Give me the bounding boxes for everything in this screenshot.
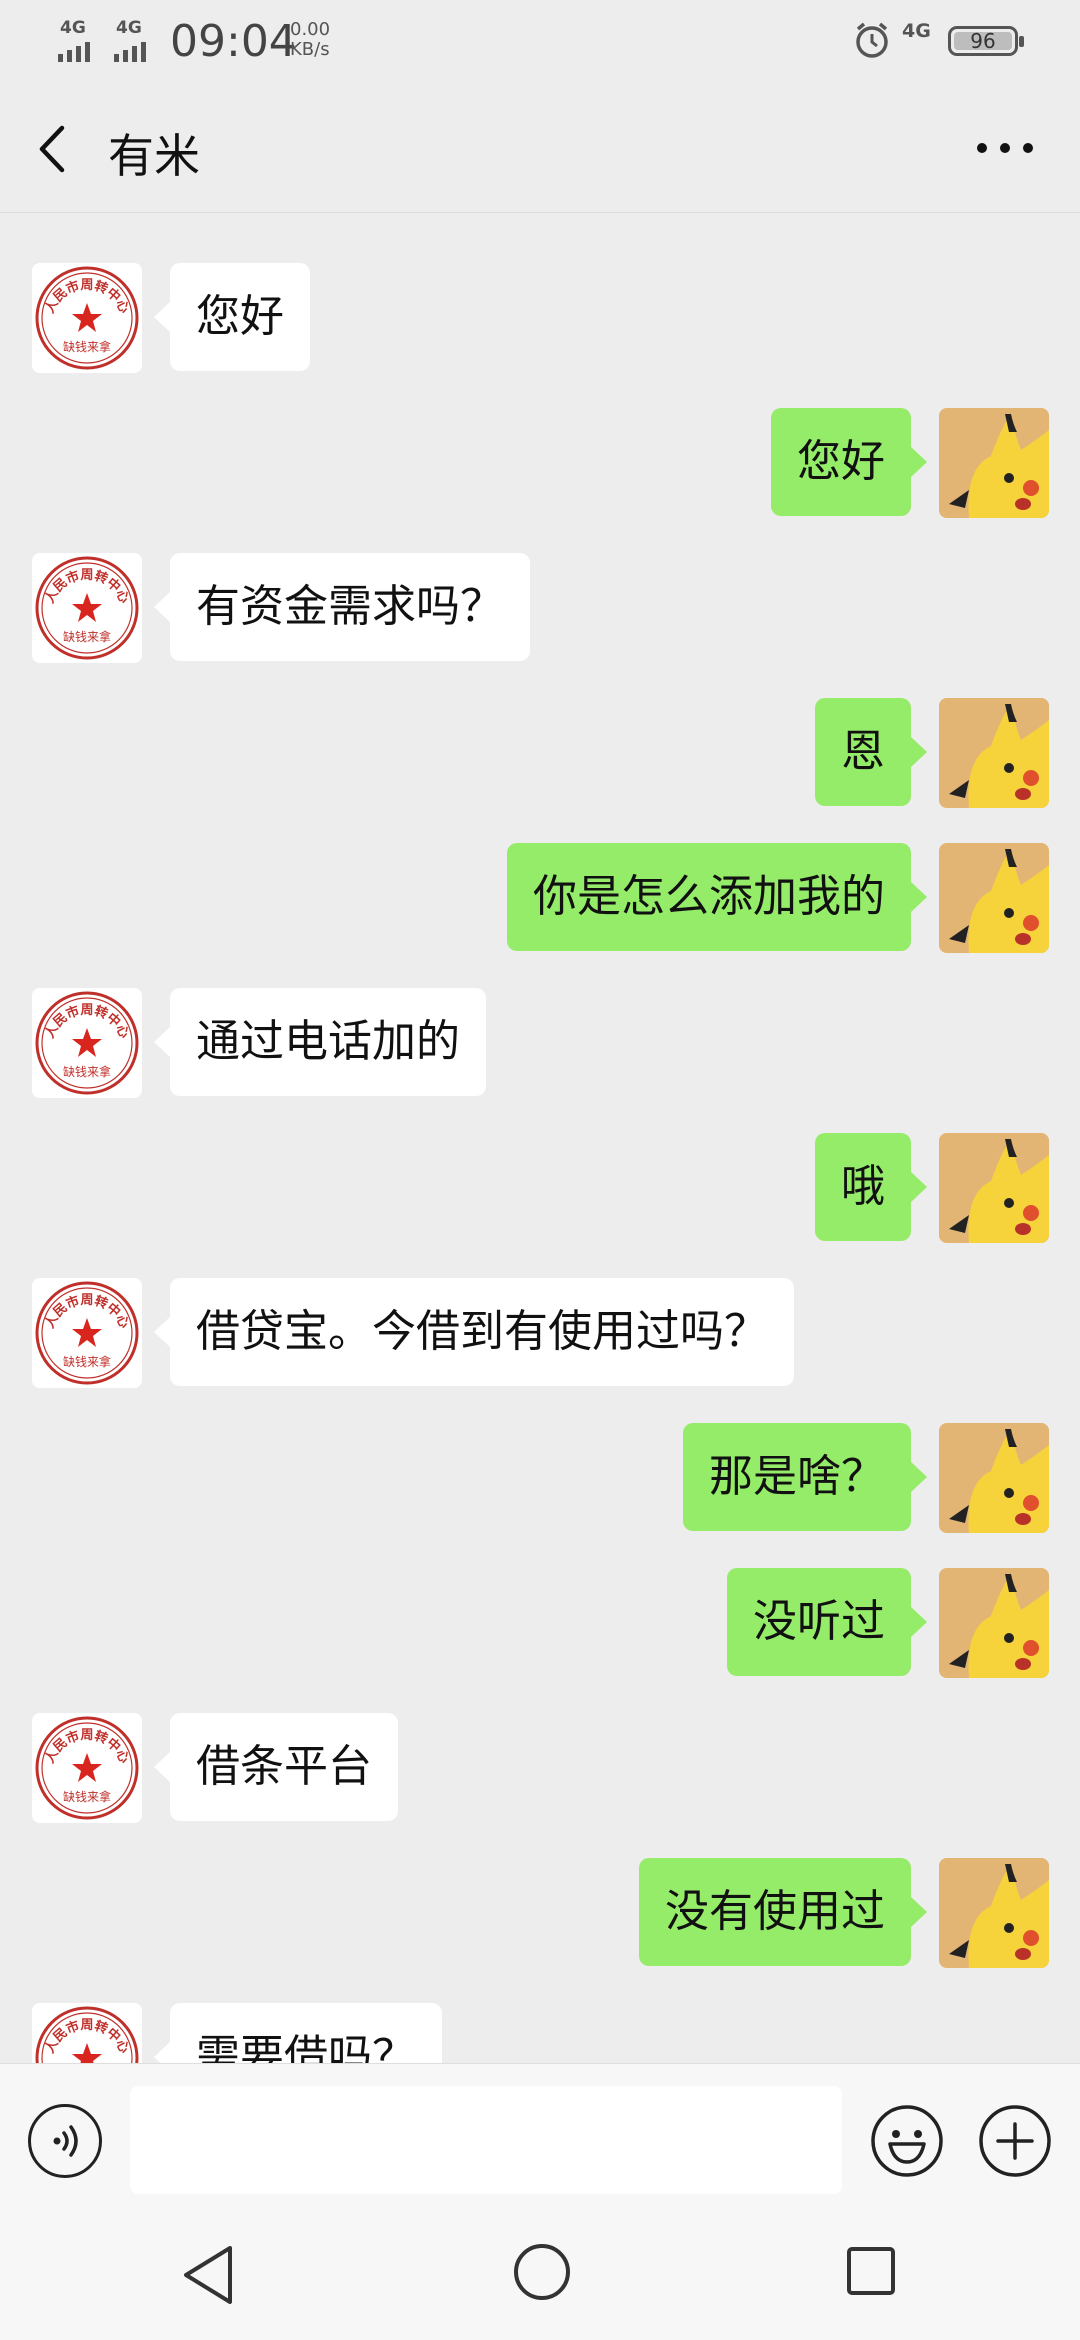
- nav-back-icon[interactable]: [178, 2242, 238, 2308]
- plus-icon[interactable]: [978, 2104, 1052, 2178]
- pikachu-avatar-icon[interactable]: [939, 1858, 1049, 1968]
- received-message: 人民市周转中心 缺钱来拿 通过电话加的: [0, 988, 1080, 1098]
- stamp-bottom-text: 缺钱来拿: [63, 629, 111, 644]
- pikachu-avatar-icon[interactable]: [939, 1423, 1049, 1533]
- received-message: 人民市周转中心 缺钱来拿 借条平台: [0, 1713, 1080, 1823]
- message-bubble[interactable]: 借条平台: [154, 1713, 398, 1821]
- pikachu-avatar-icon[interactable]: [939, 408, 1049, 518]
- stamp-bottom-text: 缺钱来拿: [63, 1354, 111, 1369]
- chat-messages: 人民市周转中心 缺钱来拿 您好 您好 人民市周转中心 缺钱来拿 有资金需求吗？恩你是怎么添加…: [0, 213, 1080, 2113]
- received-message: 人民市周转中心 缺钱来拿 借贷宝。今借到有使用过吗？: [0, 1278, 1080, 1388]
- battery-icon: 96: [948, 26, 1024, 56]
- input-bar: [0, 2063, 1080, 2214]
- sent-message: 没听过: [0, 1568, 1080, 1678]
- sent-message: 那是啥？: [0, 1423, 1080, 1533]
- pikachu-avatar-icon[interactable]: [939, 843, 1049, 953]
- pikachu-avatar-icon[interactable]: [939, 1133, 1049, 1243]
- message-bubble[interactable]: 有资金需求吗？: [154, 553, 530, 661]
- contact-avatar-stamp-icon[interactable]: 人民市周转中心缺钱来拿: [32, 263, 142, 373]
- more-dots-icon[interactable]: [970, 120, 1040, 176]
- message-bubble[interactable]: 没有使用过: [639, 1858, 927, 1966]
- stamp-bottom-text: 缺钱来拿: [63, 339, 111, 354]
- chat-header: 有米: [0, 84, 1080, 213]
- chevron-left-icon[interactable]: [30, 122, 80, 176]
- message-bubble[interactable]: 您好: [771, 408, 927, 516]
- speed-value: 0.00: [290, 19, 331, 40]
- message-bubble[interactable]: 没听过: [727, 1568, 927, 1676]
- network-type-2: 4G: [116, 18, 142, 38]
- message-bubble[interactable]: 恩: [815, 698, 927, 806]
- sent-message: 您好: [0, 408, 1080, 518]
- emoji-icon[interactable]: [870, 2104, 944, 2178]
- stamp-bottom-text: 缺钱来拿: [63, 1789, 111, 1804]
- voice-icon[interactable]: [28, 2104, 102, 2178]
- speed-unit: KB/s: [290, 39, 330, 60]
- received-message: 人民市周转中心 缺钱来拿 有资金需求吗？: [0, 553, 1080, 663]
- alarm-icon: [856, 22, 888, 58]
- chat-title: 有米: [108, 129, 200, 183]
- contact-avatar-stamp-icon[interactable]: 人民市周转中心缺钱来拿: [32, 1713, 142, 1823]
- message-input[interactable]: [130, 2086, 842, 2194]
- message-bubble[interactable]: 你是怎么添加我的: [507, 843, 927, 951]
- pikachu-avatar-icon[interactable]: [939, 698, 1049, 808]
- sent-message: 恩: [0, 698, 1080, 808]
- contact-avatar-stamp-icon[interactable]: 人民市周转中心缺钱来拿: [32, 553, 142, 663]
- network-speed: 0.00 KB/s: [290, 20, 330, 60]
- message-bubble[interactable]: 借贷宝。今借到有使用过吗？: [154, 1278, 794, 1386]
- nav-recent-icon[interactable]: [846, 2246, 896, 2296]
- network-type-right: 4G: [902, 20, 931, 42]
- received-message: 人民市周转中心 缺钱来拿 您好: [0, 263, 1080, 373]
- contact-avatar-stamp-icon[interactable]: 人民市周转中心缺钱来拿: [32, 1278, 142, 1388]
- system-nav-bar: [0, 2214, 1080, 2340]
- status-bar: 4G 4G 09:04 0.00 KB/s 4G 96: [0, 0, 1080, 84]
- sent-message: 你是怎么添加我的: [0, 843, 1080, 953]
- sent-message: 没有使用过: [0, 1858, 1080, 1968]
- contact-avatar-stamp-icon[interactable]: 人民市周转中心缺钱来拿: [32, 988, 142, 1098]
- message-bubble[interactable]: 哦: [815, 1133, 927, 1241]
- stamp-bottom-text: 缺钱来拿: [63, 1064, 111, 1079]
- status-time: 09:04: [170, 16, 297, 67]
- network-type-1: 4G: [60, 18, 86, 38]
- pikachu-avatar-icon[interactable]: [939, 1568, 1049, 1678]
- sent-message: 哦: [0, 1133, 1080, 1243]
- message-bubble[interactable]: 您好: [154, 263, 310, 371]
- message-bubble[interactable]: 通过电话加的: [154, 988, 486, 1096]
- battery-level: 96: [970, 29, 996, 53]
- message-bubble[interactable]: 那是啥？: [683, 1423, 927, 1531]
- nav-home-icon[interactable]: [512, 2242, 572, 2302]
